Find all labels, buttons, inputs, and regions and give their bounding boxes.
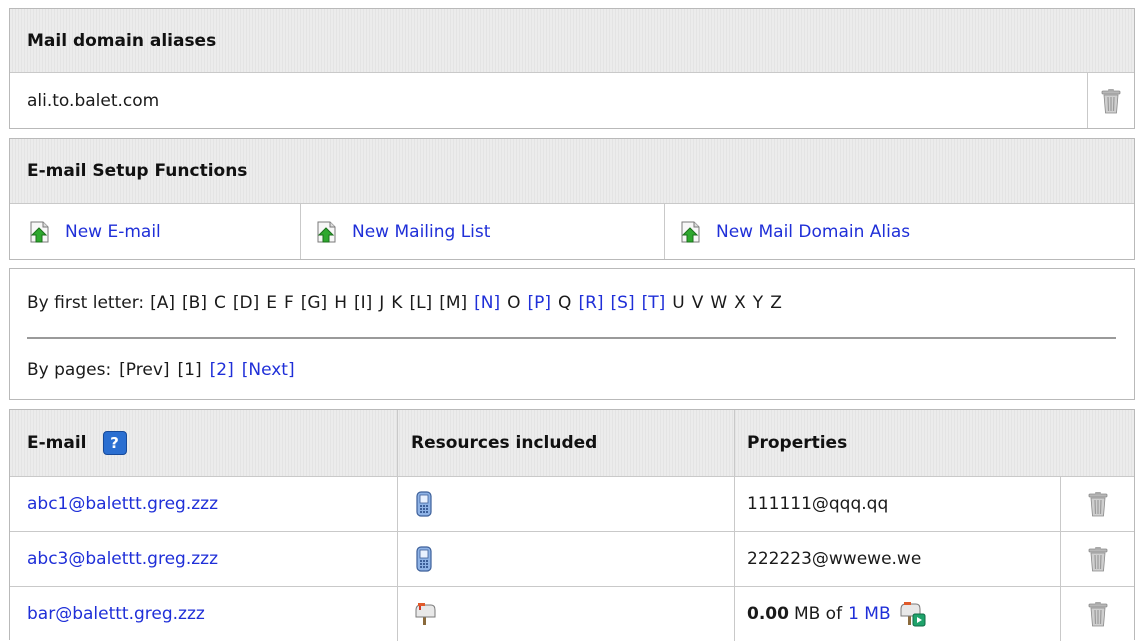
properties-cell: 222223@wwewe.we xyxy=(734,532,1060,586)
email-cell: abc1@balettt.greg.zzz xyxy=(10,477,397,531)
trash-icon[interactable] xyxy=(1100,88,1122,114)
letter-filter-m: [M] xyxy=(439,293,468,313)
email-table: E-mail ? Resources included Properties a… xyxy=(9,409,1135,641)
filter-panel: By first letter: [A] [B] C [D] E F [G] H [I] J K [L… xyxy=(9,268,1135,400)
next-page-link[interactable]: [Next] xyxy=(242,360,295,380)
letter-filter-s[interactable]: [S] xyxy=(611,293,635,313)
table-row: abc3@balettt.greg.zzz 222223@wwewe.we xyxy=(10,531,1134,586)
prev-page: [Prev] xyxy=(119,360,170,380)
email-link[interactable]: abc1@balettt.greg.zzz xyxy=(27,494,218,514)
letter-filter-p[interactable]: [P] xyxy=(528,293,552,313)
mailbox-unit: MB of xyxy=(793,604,843,624)
letter-filter-v: V xyxy=(691,293,704,313)
letter-filter-u: U xyxy=(672,293,685,313)
col-header-email: E-mail ? xyxy=(10,410,397,476)
setup-panel: E-mail Setup Functions New E-mail New Ma… xyxy=(9,138,1135,260)
delete-cell xyxy=(1060,587,1134,641)
alias-cell: ali.to.balet.com xyxy=(10,73,1087,128)
new-document-icon[interactable] xyxy=(27,220,51,244)
by-pages-label: By pages: xyxy=(27,360,112,380)
letter-filter-i: [I] xyxy=(354,293,373,313)
aliases-panel-header: Mail domain aliases xyxy=(10,9,1134,73)
letter-filter-h: H xyxy=(334,293,347,313)
delete-cell xyxy=(1060,532,1134,586)
mailbox-quota-link[interactable]: 1 MB xyxy=(848,604,891,624)
mailbox-used: 0.00 xyxy=(747,604,789,624)
new-alias-cell: New Mail Domain Alias xyxy=(664,204,1134,259)
letter-filter-k: K xyxy=(391,293,403,313)
new-email-cell: New E-mail xyxy=(10,204,300,259)
setup-panel-header: E-mail Setup Functions xyxy=(10,139,1134,204)
table-row: abc1@balettt.greg.zzz 111111@qqq.qq xyxy=(10,477,1134,531)
mailbox-settings-icon[interactable] xyxy=(899,601,927,627)
new-document-icon[interactable] xyxy=(314,220,338,244)
letter-filter-l: [L] xyxy=(409,293,433,313)
alias-delete-cell xyxy=(1087,73,1134,128)
letter-filter-j: J xyxy=(379,293,385,313)
letter-filter-list: [A] [B] C [D] E F [G] H [I] J K [L] [M] [N] O [P] Q [R] [S… xyxy=(150,293,789,313)
aliases-panel-title: Mail domain aliases xyxy=(27,30,217,51)
letter-filter-q: Q xyxy=(558,293,572,313)
col-header-resources: Resources included xyxy=(397,410,734,476)
mailbox-icon[interactable] xyxy=(413,602,437,626)
letter-filter-w: W xyxy=(710,293,728,313)
letter-filter-d: [D] xyxy=(232,293,260,313)
col-properties-label: Properties xyxy=(747,433,848,453)
page-2-link[interactable]: [2] xyxy=(210,360,234,380)
resources-cell xyxy=(397,532,734,586)
letter-filter-o: O xyxy=(507,293,521,313)
resources-cell xyxy=(397,477,734,531)
forward-address: 222223@wwewe.we xyxy=(747,549,922,569)
col-header-properties: Properties xyxy=(734,410,1134,476)
trash-icon[interactable] xyxy=(1087,491,1109,517)
email-link[interactable]: abc3@balettt.greg.zzz xyxy=(27,549,218,569)
aliases-panel: Mail domain aliases ali.to.balet.com xyxy=(9,8,1135,129)
letter-filter-z: Z xyxy=(770,293,782,313)
setup-functions-row: New E-mail New Mailing List New Mail Dom… xyxy=(10,204,1134,259)
trash-icon[interactable] xyxy=(1087,546,1109,572)
mobile-phone-icon[interactable] xyxy=(415,491,433,517)
letter-filter-c: C xyxy=(213,293,226,313)
mobile-phone-icon[interactable] xyxy=(415,546,433,572)
trash-icon[interactable] xyxy=(1087,601,1109,627)
letter-filter-x: X xyxy=(734,293,746,313)
letter-filter-r[interactable]: [R] xyxy=(578,293,603,313)
help-icon[interactable]: ? xyxy=(102,431,127,455)
new-mailing-list-cell: New Mailing List xyxy=(300,204,664,259)
col-email-label: E-mail xyxy=(27,433,87,453)
properties-cell: 111111@qqq.qq xyxy=(734,477,1060,531)
new-email-link[interactable]: New E-mail xyxy=(65,222,161,242)
letter-filter-e: E xyxy=(266,293,277,313)
letter-filter-t[interactable]: [T] xyxy=(642,293,666,313)
letter-filter-n[interactable]: [N] xyxy=(474,293,500,313)
properties-cell: 0.00 MB of 1 MB xyxy=(734,587,1060,641)
new-document-icon[interactable] xyxy=(678,220,702,244)
table-row: bar@balettt.greg.zzz 0.00 MB of 1 MB xyxy=(10,586,1134,641)
email-table-header: E-mail ? Resources included Properties xyxy=(10,410,1134,477)
by-first-letter-label: By first letter: xyxy=(27,293,145,313)
letter-filter-b: [B] xyxy=(182,293,207,313)
letter-filter-a: [A] xyxy=(150,293,176,313)
alias-row: ali.to.balet.com xyxy=(10,73,1134,128)
email-cell: bar@balettt.greg.zzz xyxy=(10,587,397,641)
email-link[interactable]: bar@balettt.greg.zzz xyxy=(27,604,205,624)
new-mailing-list-link[interactable]: New Mailing List xyxy=(352,222,490,242)
setup-panel-title: E-mail Setup Functions xyxy=(27,161,248,181)
col-resources-label: Resources included xyxy=(411,433,598,453)
page-1: [1] xyxy=(177,360,202,380)
new-mail-domain-alias-link[interactable]: New Mail Domain Alias xyxy=(716,222,910,242)
delete-cell xyxy=(1060,477,1134,531)
alias-name: ali.to.balet.com xyxy=(27,90,160,111)
forward-address: 111111@qqq.qq xyxy=(747,494,889,514)
letter-filter-g: [G] xyxy=(300,293,328,313)
resources-cell xyxy=(397,587,734,641)
letter-filter-y: Y xyxy=(752,293,764,313)
page-filter-row: By pages: [Prev] [1] [2] [Next] xyxy=(27,339,1116,401)
email-cell: abc3@balettt.greg.zzz xyxy=(10,532,397,586)
letter-filter-f: F xyxy=(283,293,294,313)
letter-filter-row: By first letter: [A] [B] C [D] E F [G] H [I] J K [L… xyxy=(27,269,1116,337)
